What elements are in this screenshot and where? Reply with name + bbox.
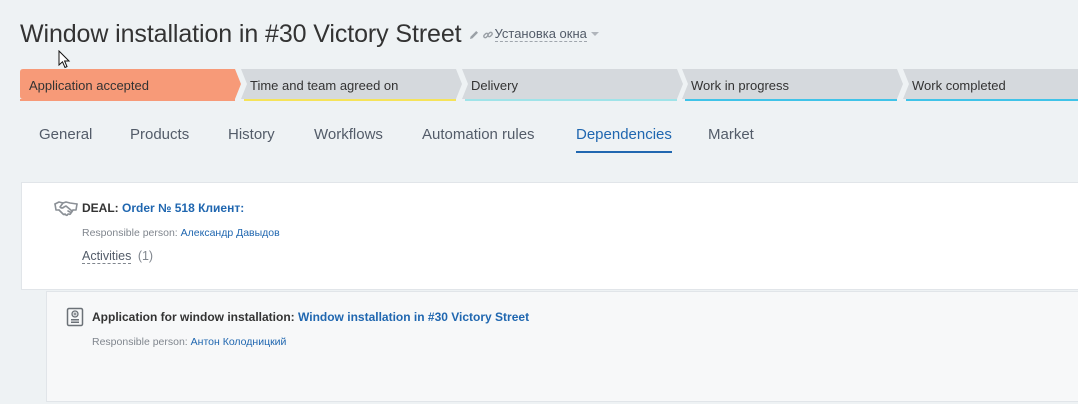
pencil-icon[interactable] — [468, 28, 480, 40]
application-card: Application for window installation: Win… — [46, 291, 1078, 402]
stage-delivery[interactable]: Delivery — [462, 69, 683, 101]
stage-work-completed[interactable]: Work completed — [903, 69, 1078, 101]
deal-link[interactable]: Order № 518 Клиент: — [122, 201, 244, 215]
activities-link[interactable]: Activities — [82, 249, 132, 264]
document-icon — [66, 307, 84, 332]
application-type-label: Application for window installation: — [92, 310, 295, 324]
stage-label: Time and team agreed on — [250, 78, 399, 93]
deal-type-label: DEAL: — [82, 201, 119, 215]
responsible-person-link[interactable]: Антон Колодницкий — [191, 336, 287, 348]
responsible-label: Responsible person: — [82, 227, 178, 239]
deal-card: DEAL: Order № 518 Клиент: Responsible pe… — [21, 182, 1078, 290]
tab-market[interactable]: Market — [708, 126, 754, 143]
chevron-down-icon[interactable] — [590, 32, 599, 36]
tab-dependencies-label: Dependencies — [576, 126, 672, 143]
tab-dependencies[interactable]: Dependencies — [576, 126, 672, 153]
stage-work-in-progress[interactable]: Work in progress — [682, 69, 903, 101]
handshake-icon — [54, 199, 78, 222]
stage-label: Work in progress — [691, 78, 790, 93]
deal-responsible: Responsible person: Александр Давыдов — [82, 227, 280, 239]
stage-pipeline: Application accepted Time and team agree… — [20, 69, 1078, 101]
deal-title: DEAL: Order № 518 Клиент: — [82, 201, 244, 215]
stage-label: Delivery — [471, 78, 518, 93]
title-row: Window installation in #30 Victory Stree… — [20, 18, 599, 50]
application-link[interactable]: Window installation in #30 Victory Stree… — [298, 310, 529, 324]
tab-automation-rules[interactable]: Automation rules — [422, 126, 535, 143]
stage-label: Work completed — [912, 78, 1006, 93]
tab-general[interactable]: General — [39, 126, 92, 143]
application-responsible: Responsible person: Антон Колодницкий — [92, 336, 286, 348]
category-dropdown[interactable]: Установка окна — [494, 26, 587, 42]
tab-workflows[interactable]: Workflows — [314, 126, 383, 143]
activities-row: Activities (1) — [82, 249, 154, 264]
responsible-person-link[interactable]: Александр Давыдов — [181, 227, 280, 239]
application-title: Application for window installation: Win… — [92, 310, 529, 324]
link-icon — [482, 28, 494, 40]
stage-label: Application accepted — [29, 78, 149, 93]
stage-application-accepted[interactable]: Application accepted — [20, 69, 241, 101]
responsible-label: Responsible person: — [92, 336, 188, 348]
tab-history[interactable]: History — [228, 126, 275, 143]
activities-count: (1) — [137, 249, 154, 263]
stage-time-and-team-agreed[interactable]: Time and team agreed on — [241, 69, 462, 101]
tab-products[interactable]: Products — [130, 126, 189, 143]
active-tab-indicator — [576, 151, 672, 153]
page-title: Window installation in #30 Victory Stree… — [20, 19, 462, 48]
